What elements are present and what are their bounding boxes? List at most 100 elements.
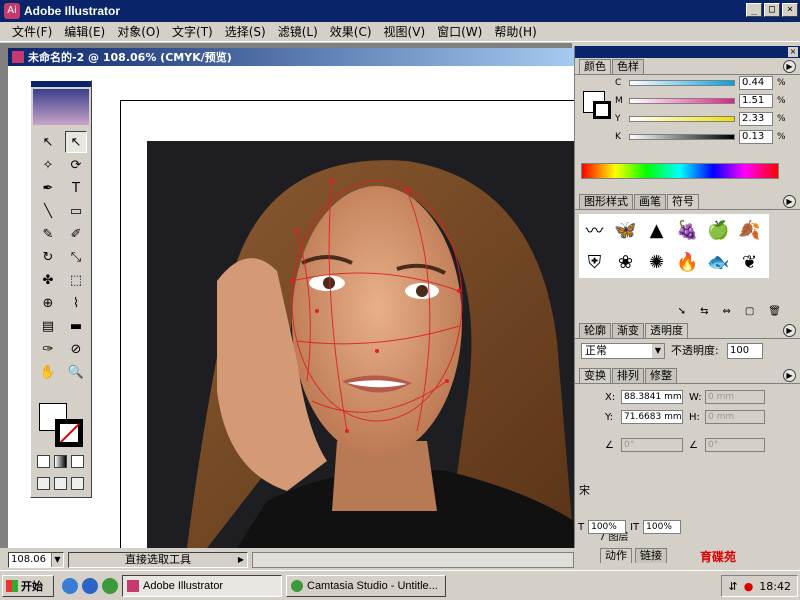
rotate-tool-icon[interactable]: ↻ [37, 246, 59, 268]
yellow-slider[interactable] [629, 116, 735, 122]
lasso-tool-icon[interactable]: ⟳ [65, 154, 87, 176]
gradient-tool-icon[interactable]: ▬ [65, 315, 87, 337]
menu-help[interactable]: 帮助(H) [488, 22, 542, 42]
symbol-item[interactable]: 🔥 [672, 246, 703, 278]
hand-tool-icon[interactable]: ✋ [37, 361, 59, 383]
y-position-input[interactable]: 71.6683 mm [621, 410, 683, 424]
line-tool-icon[interactable]: ╲ [37, 200, 59, 222]
palette-menu-icon[interactable]: ▶ [783, 369, 796, 382]
symbol-item[interactable]: ❦ [734, 246, 765, 278]
toolbox-drag-handle[interactable] [31, 81, 91, 87]
start-button[interactable]: 开始 [2, 574, 54, 597]
horizontal-scrollbar[interactable] [252, 552, 574, 568]
menu-file[interactable]: 文件(F) [6, 22, 58, 42]
blend-mode-select[interactable]: 正常 ▼ [581, 343, 665, 359]
break-link-icon[interactable]: ⇔ [722, 306, 730, 317]
pen-tool-icon[interactable]: ✒ [37, 177, 59, 199]
tab-stroke[interactable]: 轮廓 [579, 323, 611, 338]
type-tool-icon[interactable]: T [65, 177, 87, 199]
taskbar-camtasia[interactable]: Camtasia Studio - Untitle... [286, 574, 446, 597]
tab-align[interactable]: 排列 [612, 368, 644, 383]
chevron-down-icon[interactable]: ▼ [652, 344, 664, 358]
graph-tool-icon[interactable]: ⌇ [65, 292, 87, 314]
color-stroke-swatch[interactable] [593, 101, 611, 119]
paintbrush-tool-icon[interactable]: ✎ [37, 223, 59, 245]
color-spectrum[interactable] [581, 163, 779, 179]
palette-menu-icon[interactable]: ▶ [783, 60, 796, 73]
palette-menu-icon[interactable]: ▶ [783, 195, 796, 208]
symbol-item[interactable]: ⛨ [579, 246, 610, 278]
minimize-button[interactable]: _ [746, 3, 762, 17]
menu-window[interactable]: 窗口(W) [431, 22, 488, 42]
black-slider[interactable] [629, 134, 735, 140]
tab-transparency[interactable]: 透明度 [645, 323, 688, 338]
menu-edit[interactable]: 编辑(E) [58, 22, 111, 42]
replace-symbol-icon[interactable]: ⇆ [700, 306, 708, 317]
magenta-slider[interactable] [629, 98, 735, 104]
taskbar-illustrator[interactable]: Adobe Illustrator [122, 574, 282, 597]
desktop-icon[interactable] [62, 577, 78, 594]
symbol-item[interactable]: 🐟 [703, 246, 734, 278]
yellow-value[interactable]: 2.33 [739, 112, 773, 126]
cyan-value[interactable]: 0.44 [739, 76, 773, 90]
new-symbol-icon[interactable]: ▢ [745, 306, 754, 317]
symbol-item[interactable]: ✺ [641, 246, 672, 278]
place-symbol-icon[interactable]: ➘ [678, 306, 686, 317]
magic-wand-tool-icon[interactable]: ✧ [37, 154, 59, 176]
shear-input[interactable]: 0° [705, 438, 765, 452]
tab-brushes[interactable]: 画笔 [634, 194, 666, 209]
tab-pathfinder[interactable]: 修整 [645, 368, 677, 383]
recording-icon[interactable]: ● [744, 580, 754, 593]
palette-titlebar[interactable]: × [575, 46, 800, 58]
delete-symbol-icon[interactable]: 🗑 [768, 306, 781, 317]
menu-object[interactable]: 对象(O) [111, 22, 166, 42]
status-current-tool[interactable]: 直接选取工具 ▶ [68, 552, 248, 568]
vertical-scale-input[interactable]: 100% [643, 520, 682, 534]
close-icon[interactable]: × [788, 47, 798, 57]
color-mode-button[interactable] [37, 455, 50, 468]
free-transform-tool-icon[interactable]: ⬚ [65, 269, 87, 291]
mesh-tool-icon[interactable]: ▤ [37, 315, 59, 337]
menu-filter[interactable]: 滤镜(L) [272, 22, 324, 42]
direct-selection-tool-icon[interactable]: ↖ [65, 131, 87, 153]
zoom-tool-icon[interactable]: 🔍 [65, 361, 87, 383]
close-button[interactable]: × [782, 3, 798, 17]
chevron-right-icon[interactable]: ▶ [235, 553, 247, 567]
camtasia-quick-icon[interactable] [102, 577, 118, 594]
magenta-value[interactable]: 1.51 [739, 94, 773, 108]
tab-gradient[interactable]: 渐变 [612, 323, 644, 338]
maximize-button[interactable]: □ [764, 3, 780, 17]
palette-menu-icon[interactable]: ▶ [783, 324, 796, 337]
menu-view[interactable]: 视图(V) [378, 22, 432, 42]
symbol-sprayer-tool-icon[interactable]: ⊕ [37, 292, 59, 314]
placed-photo[interactable] [147, 141, 574, 548]
warp-tool-icon[interactable]: ✤ [37, 269, 59, 291]
scale-tool-icon[interactable]: ⤡ [65, 246, 87, 268]
cyan-slider[interactable] [629, 80, 735, 86]
x-position-input[interactable]: 88.3841 mm [621, 390, 683, 404]
width-input[interactable]: 0 mm [705, 390, 765, 404]
symbol-item[interactable]: ▲ [641, 214, 672, 246]
stroke-swatch[interactable] [55, 419, 83, 447]
selection-tool-icon[interactable]: ↖ [37, 131, 59, 153]
standard-screen-mode-button[interactable] [37, 477, 50, 490]
none-mode-button[interactable] [71, 455, 84, 468]
symbol-item[interactable]: 🍂 [734, 214, 765, 246]
horizontal-scale-input[interactable]: 100% [588, 520, 627, 534]
menu-select[interactable]: 选择(S) [219, 22, 272, 42]
black-value[interactable]: 0.13 [739, 130, 773, 144]
rotate-input[interactable]: 0° [621, 438, 683, 452]
full-screen-mode-button[interactable] [71, 477, 84, 490]
tab-swatches[interactable]: 色样 [612, 59, 644, 74]
symbol-item[interactable]: 🍇 [672, 214, 703, 246]
tab-symbols[interactable]: 符号 [667, 194, 699, 209]
symbol-item[interactable]: ❀ [610, 246, 641, 278]
illustrator-logo[interactable] [33, 89, 89, 125]
gradient-mode-button[interactable] [54, 455, 67, 468]
network-icon[interactable]: ⇵ [728, 580, 737, 593]
zoom-level-field[interactable]: 108.06 ▼ [8, 552, 64, 568]
eyedropper-tool-icon[interactable]: ✑ [37, 338, 59, 360]
symbol-item[interactable]: 〰 [579, 214, 610, 246]
scissors-tool-icon[interactable]: ⊘ [65, 338, 87, 360]
symbol-item[interactable]: 🍏 [703, 214, 734, 246]
